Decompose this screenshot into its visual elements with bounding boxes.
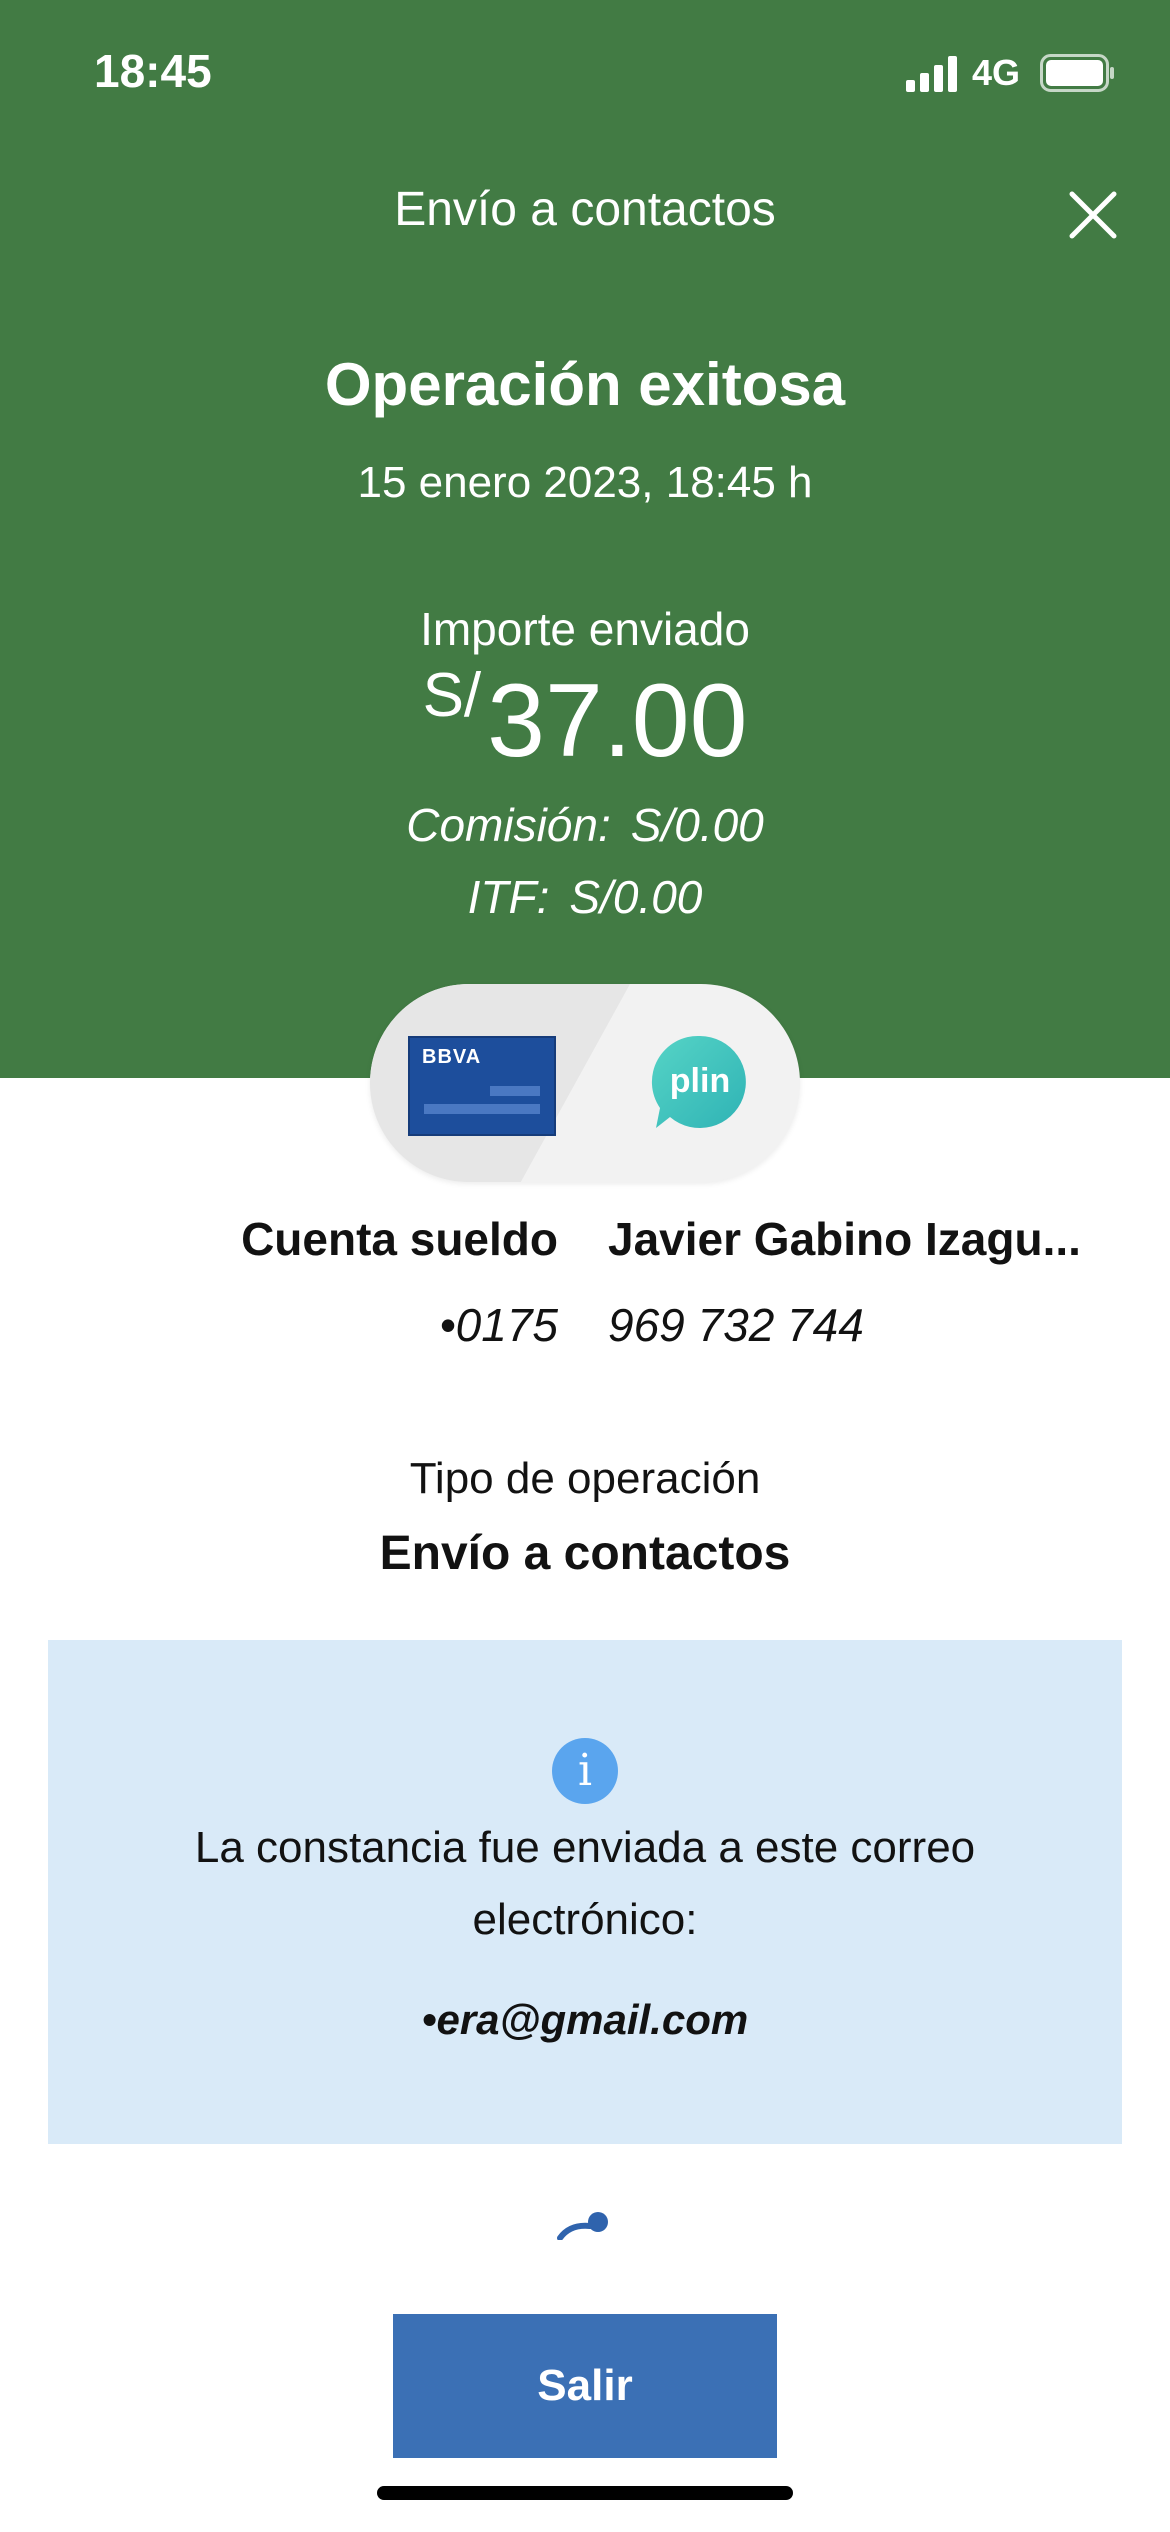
transfer-route-pill: BBVA plin [370,984,800,1182]
receipt-notice-box: i La constancia fue enviada a este corre… [48,1640,1122,2144]
plin-logo-icon: plin [651,1035,746,1128]
status-bar: 18:45 4G [0,0,1170,140]
exit-button[interactable]: Salir [393,2314,777,2458]
page-title: Envío a contactos [394,183,776,236]
itf-value: S/0.00 [569,871,703,923]
status-time: 18:45 [94,45,212,97]
close-icon[interactable] [1066,188,1120,242]
commission-value: S/0.00 [630,799,764,851]
itf-row: ITF: S/0.00 [0,870,1170,924]
bbva-card-icon: BBVA [408,1036,556,1136]
commission-label: Comisión: [406,799,611,851]
amount-currency: S/ [422,661,482,730]
source-account-number: •0175 [439,1299,558,1351]
operation-type-label: Tipo de operación [409,1454,761,1503]
receipt-notice-text: La constancia fue enviada a este correo … [194,1823,976,1944]
amount-value: 37.00 [487,663,748,779]
receipt-email: •era@gmail.com [421,1996,749,2043]
source-account-name: Cuenta sueldo [241,1213,558,1265]
battery-icon [1040,54,1114,92]
network-type: 4G [972,52,1021,93]
operation-type-value: Envío a contactos [379,1527,791,1580]
card-brand-label: BBVA [422,1046,482,1068]
operation-date: 15 enero 2023, 18:45 h [357,458,813,507]
commission-row: Comisión: S/0.00 [0,798,1170,852]
loading-spinner-icon [557,2212,608,2240]
recipient-name: Javier Gabino Izagu... [608,1213,1081,1265]
info-icon: i [552,1738,618,1804]
amount-sent: S/37.00 [0,660,1170,781]
recipient-phone: 969 732 744 [608,1299,864,1351]
operation-status-title: Operación exitosa [324,351,846,418]
signal-icon [906,56,957,92]
plin-logo-text: plin [670,1062,730,1100]
home-indicator[interactable] [377,2486,793,2500]
amount-label: Importe enviado [420,603,750,655]
itf-label: ITF: [467,871,550,923]
